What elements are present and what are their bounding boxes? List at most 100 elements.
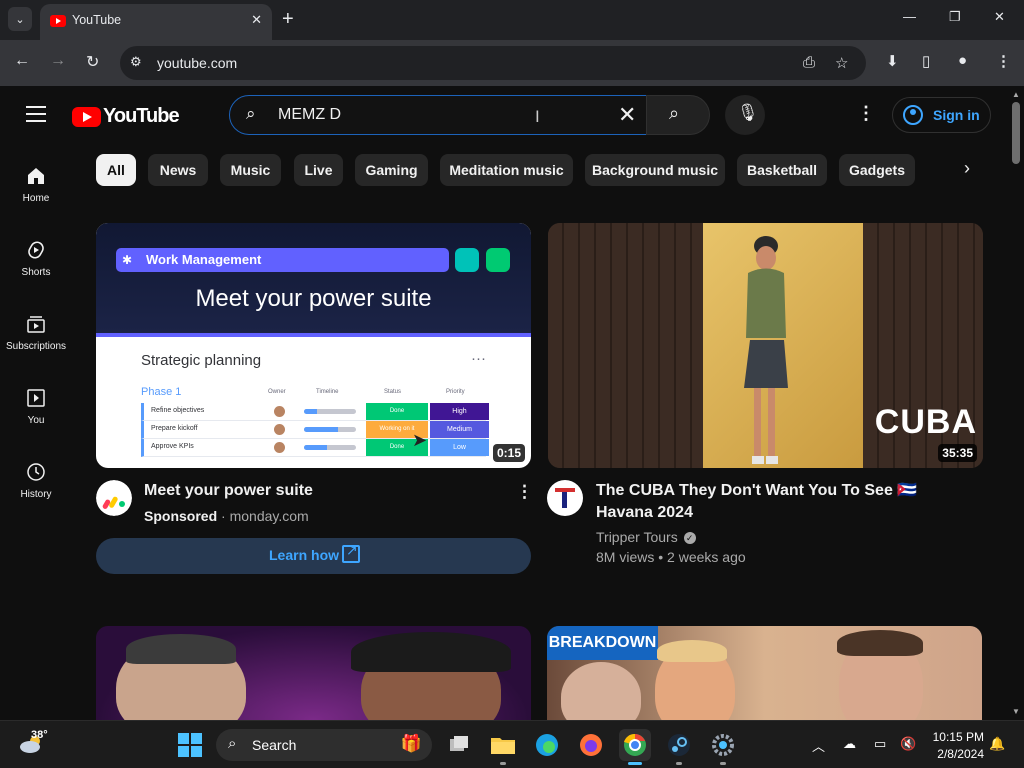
chip-live[interactable]: Live: [294, 154, 343, 186]
channel-name[interactable]: Tripper Tours: [596, 529, 678, 545]
chrome-icon[interactable]: [619, 729, 651, 765]
steam-icon[interactable]: [663, 729, 695, 765]
windows-start-icon[interactable]: [178, 733, 202, 757]
video-thumbnail[interactable]: [96, 626, 531, 720]
browser-tab[interactable]: YouTube ✕: [40, 4, 272, 40]
install-app-icon[interactable]: ⎙: [803, 54, 815, 71]
settings-gear-icon[interactable]: [707, 729, 739, 765]
reload-icon[interactable]: ↻: [86, 52, 99, 72]
side-panel-icon[interactable]: ▯: [922, 52, 930, 70]
browser-tab-bar: ⌄ YouTube ✕ + — ❐ ✕: [0, 0, 1024, 40]
chip-meditation-music[interactable]: Meditation music: [440, 154, 573, 186]
youtube-logo[interactable]: YouTube: [72, 105, 180, 128]
clear-search-icon[interactable]: ✕: [618, 102, 636, 128]
chip-basketball[interactable]: Basketball: [737, 154, 827, 186]
door-left: [548, 223, 703, 468]
minimize-icon[interactable]: —: [903, 9, 916, 24]
scroll-down-icon[interactable]: ▼: [1012, 707, 1020, 716]
ad-more-icon[interactable]: ⋮: [516, 482, 533, 502]
cuba-overlay-text: CUBA: [874, 403, 977, 441]
advertiser-name[interactable]: monday.com: [230, 508, 309, 524]
mouse-cursor-icon: ➤: [412, 430, 428, 450]
sidebar-item-label: Shorts: [21, 267, 51, 278]
ad-meta: Sponsored · monday.com: [144, 508, 309, 524]
ad-thumbnail[interactable]: ✱ Work Management Meet your power suite …: [96, 223, 531, 468]
meta-separator: ·: [221, 508, 226, 524]
chip-gadgets[interactable]: Gadgets: [839, 154, 915, 186]
edge-icon[interactable]: [531, 729, 563, 761]
clock-date[interactable]: 2/8/2024: [928, 747, 984, 761]
sidebar-item-shorts[interactable]: Shorts: [0, 240, 72, 300]
search-query[interactable]: MEMZ D: [278, 106, 341, 124]
priority-cell: Medium: [430, 421, 489, 438]
you-icon: [27, 389, 45, 407]
priority-cell: High: [430, 403, 489, 420]
column-header: Timeline: [316, 389, 339, 395]
chip-all[interactable]: All: [96, 154, 136, 186]
history-icon: [27, 463, 45, 481]
firefox-icon[interactable]: [575, 729, 607, 761]
scroll-thumb[interactable]: [1012, 102, 1020, 164]
column-header: Owner: [268, 389, 286, 395]
learn-how-button[interactable]: Learn how: [96, 538, 531, 574]
site-info-icon[interactable]: ⚙: [130, 54, 142, 70]
tray-overflow-icon[interactable]: ︿: [812, 736, 825, 755]
onedrive-icon[interactable]: ☁: [843, 736, 856, 752]
cuba-title[interactable]: The CUBA They Don't Want You To See 🇨🇺 H…: [596, 480, 976, 524]
volume-icon[interactable]: 🔇: [900, 736, 916, 752]
new-tab-icon[interactable]: +: [282, 8, 294, 30]
window-close-icon[interactable]: ✕: [994, 9, 1005, 25]
restore-icon[interactable]: ❐: [949, 9, 961, 25]
task-label: Prepare kickoff: [151, 425, 198, 432]
url-text[interactable]: youtube.com: [157, 55, 237, 71]
cuba-thumbnail[interactable]: CUBA 35:35: [548, 223, 983, 468]
clock-time[interactable]: 10:15 PM: [928, 730, 984, 744]
home-icon: [28, 168, 44, 184]
hamburger-menu-icon[interactable]: [26, 106, 46, 122]
chip-background-music[interactable]: Background music: [585, 154, 725, 186]
work-management-pill: ✱ Work Management: [116, 248, 449, 272]
file-explorer-icon[interactable]: [487, 729, 519, 765]
search-input[interactable]: ⌕ MEMZ D I ✕: [229, 95, 647, 135]
advertiser-avatar[interactable]: [96, 480, 132, 516]
scroll-up-icon[interactable]: ▲: [1012, 90, 1020, 99]
ad-title[interactable]: Meet your power suite: [144, 480, 313, 502]
sidebar-item-history[interactable]: History: [0, 462, 72, 522]
chrome-menu-icon[interactable]: ⋮: [996, 52, 1011, 70]
gift-icon: 🎁: [400, 734, 422, 753]
tab-search-button[interactable]: ⌄: [8, 7, 32, 31]
video-thumbnail[interactable]: BREAKDOWN: [547, 626, 982, 720]
chip-news[interactable]: News: [148, 154, 208, 186]
downloads-icon[interactable]: ⬇: [886, 52, 899, 70]
forward-icon[interactable]: →: [50, 52, 66, 70]
settings-more-icon[interactable]: ⋮: [857, 103, 875, 124]
voice-search-button[interactable]: 🎙: [725, 95, 765, 135]
profile-icon[interactable]: ●: [958, 52, 967, 69]
taskbar-search[interactable]: ⌕ Search 🎁: [216, 729, 432, 761]
running-indicator: [676, 762, 682, 765]
channel-avatar[interactable]: [547, 480, 583, 516]
chip-music[interactable]: Music: [220, 154, 281, 186]
task-view-icon[interactable]: [443, 729, 475, 761]
hair-right: [837, 630, 923, 656]
phase-label: Phase 1: [141, 386, 182, 398]
chip-gaming[interactable]: Gaming: [355, 154, 428, 186]
face-inset: [561, 662, 641, 720]
address-bar[interactable]: ⚙ youtube.com ⎙ ☆: [120, 46, 866, 80]
bookmark-star-icon[interactable]: ☆: [835, 54, 848, 72]
sidebar-item-subscriptions[interactable]: Subscriptions: [0, 314, 72, 374]
network-icon[interactable]: ▭: [874, 736, 886, 752]
page-scrollbar[interactable]: ▲ ▼: [1008, 86, 1024, 720]
back-icon[interactable]: ←: [14, 52, 30, 70]
board-row: Approve KPIs Done Low: [141, 439, 489, 457]
sign-in-button[interactable]: Sign in: [892, 97, 991, 133]
owner-avatar: [274, 424, 285, 435]
sign-in-label: Sign in: [933, 107, 980, 123]
microphone-icon: 🎙: [737, 103, 759, 122]
sidebar-item-you[interactable]: You: [0, 388, 72, 448]
notification-bell-icon[interactable]: 🔔: [989, 736, 1005, 752]
tab-close-icon[interactable]: ✕: [251, 12, 262, 28]
search-button[interactable]: ⌕: [646, 95, 710, 135]
chevron-right-icon[interactable]: ›: [964, 158, 970, 179]
sidebar-item-home[interactable]: Home: [0, 166, 72, 226]
